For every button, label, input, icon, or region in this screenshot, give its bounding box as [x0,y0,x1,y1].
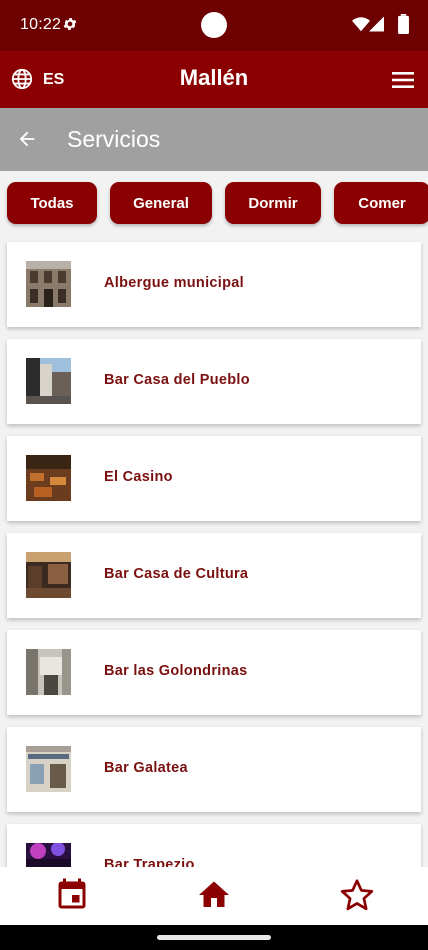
bottom-navigation [0,867,428,925]
calendar-icon[interactable] [54,876,90,914]
list-item[interactable]: Albergue municipal [7,242,421,327]
item-name: Bar Casa del Pueblo [104,372,250,388]
list-item[interactable]: Bar las Golondrinas [7,630,421,715]
star-icon[interactable] [339,876,375,914]
section-header: Servicios [0,108,428,171]
item-thumbnail [26,358,71,404]
gesture-bar [0,925,428,950]
list-item[interactable]: Bar Trapezio [7,824,421,867]
item-name: Bar las Golondrinas [104,663,248,679]
signal-icon [369,16,384,32]
services-list: Albergue municipal Bar Casa del Pueblo E… [0,237,428,867]
filter-comer[interactable]: Comer [334,182,428,224]
wifi-icon [352,17,370,32]
status-bar: 10:22 [0,0,428,51]
app-title: Mallén [179,65,249,90]
settings-icon [63,18,77,30]
list-item[interactable]: El Casino [7,436,421,521]
status-time: 10:22 [20,16,62,33]
category-filters: Todas General Dormir Comer [0,171,428,237]
item-name: Bar Casa de Cultura [104,566,249,582]
app-bar: ES Mallén [0,51,428,108]
home-indicator[interactable] [157,935,271,940]
menu-icon[interactable] [392,71,414,89]
filter-general[interactable]: General [110,182,212,224]
item-name: El Casino [104,469,173,485]
item-name: Bar Galatea [104,760,188,776]
item-name: Bar Trapezio [104,857,195,867]
filter-dormir[interactable]: Dormir [225,182,321,224]
home-icon[interactable] [196,876,232,914]
list-item[interactable]: Bar Casa de Cultura [7,533,421,618]
item-thumbnail [26,746,71,792]
filter-todas[interactable]: Todas [7,182,97,224]
item-thumbnail [26,843,71,867]
item-thumbnail [26,455,71,501]
item-thumbnail [26,261,71,307]
back-arrow-icon[interactable] [16,128,38,150]
list-item[interactable]: Bar Galatea [7,727,421,812]
camera-cutout [201,12,227,38]
battery-icon [398,14,409,34]
section-title: Servicios [67,126,161,152]
item-thumbnail [26,552,71,598]
list-item[interactable]: Bar Casa del Pueblo [7,339,421,424]
item-name: Albergue municipal [104,275,244,291]
item-thumbnail [26,649,71,695]
